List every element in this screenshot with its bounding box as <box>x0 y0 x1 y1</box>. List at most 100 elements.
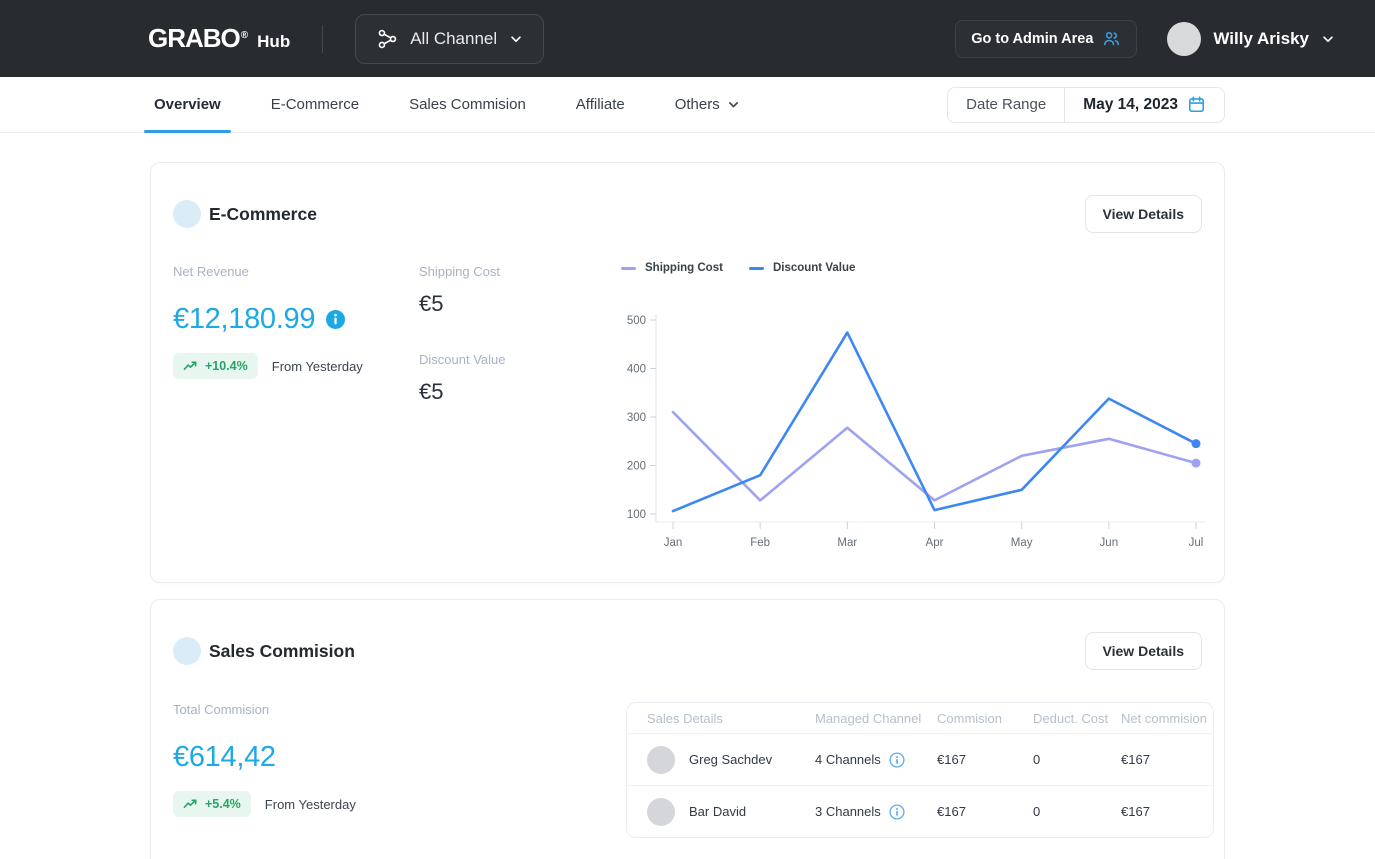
chevron-down-icon <box>509 32 523 46</box>
chevron-down-icon <box>1321 32 1335 46</box>
sales-table: Sales Details Managed Channel Commision … <box>626 702 1214 838</box>
tab-sales-commision[interactable]: Sales Commision <box>403 77 532 132</box>
change-badge: +10.4% <box>173 353 258 379</box>
chevron-down-icon <box>727 98 740 111</box>
person-name: Bar David <box>689 804 746 819</box>
legend-item: Discount Value <box>749 262 855 274</box>
ecommerce-card: E-Commerce View Details Net Revenue €12,… <box>150 162 1225 583</box>
change-caption: From Yesterday <box>265 797 356 812</box>
col-header-commision: Commision <box>937 711 1033 726</box>
col-header-net-commision: Net commision <box>1121 711 1213 726</box>
tab-others[interactable]: Others <box>669 77 746 132</box>
tabbar-right: Date Range May 14, 2023 <box>947 77 1225 132</box>
col-header-deduct-cost: Deduct. Cost <box>1033 711 1121 726</box>
person-name: Greg Sachdev <box>689 752 772 767</box>
channels-count: 3 Channels <box>815 804 881 819</box>
legend-item: Shipping Cost <box>621 262 723 274</box>
app-header: GRABO® Hub All Channel Go to Admin Area … <box>0 0 1375 77</box>
deduct-cost-cell: 0 <box>1033 804 1121 819</box>
discount-value-label: Discount Value <box>419 352 505 367</box>
channels-cell: 3 Channels <box>815 804 937 820</box>
svg-text:Jun: Jun <box>1100 537 1119 549</box>
tabs: Overview E-Commerce Sales Commision Affi… <box>148 77 746 132</box>
tab-bar: Overview E-Commerce Sales Commision Affi… <box>0 77 1375 133</box>
net-commision-cell: €167 <box>1121 752 1213 767</box>
calendar-icon <box>1187 95 1206 114</box>
svg-text:300: 300 <box>627 412 646 424</box>
sales-card-title: Sales Commision <box>209 641 355 662</box>
avatar <box>647 798 675 826</box>
channels-count: 4 Channels <box>815 752 881 767</box>
discount-value-value: €5 <box>419 379 443 405</box>
svg-text:500: 500 <box>627 315 646 327</box>
total-commision-change-row: +5.4% From Yesterday <box>173 791 356 817</box>
commision-cell: €167 <box>937 804 1033 819</box>
change-badge: +5.4% <box>173 791 251 817</box>
sales-view-details-button[interactable]: View Details <box>1085 632 1202 670</box>
svg-text:Jul: Jul <box>1189 537 1204 549</box>
deduct-cost-cell: 0 <box>1033 752 1121 767</box>
tab-overview[interactable]: Overview <box>148 77 227 132</box>
commision-cell: €167 <box>937 752 1033 767</box>
total-commision-label: Total Commision <box>173 702 269 717</box>
change-value: +10.4% <box>205 359 248 373</box>
trend-up-icon <box>183 360 198 372</box>
selected-date: May 14, 2023 <box>1083 96 1178 114</box>
sales-commision-card: Sales Commision View Details Total Commi… <box>150 599 1225 859</box>
change-caption: From Yesterday <box>272 359 363 374</box>
grabo-logo: GRABO® Hub <box>148 23 290 54</box>
user-name: Willy Arisky <box>1213 29 1309 49</box>
admin-button-label: Go to Admin Area <box>971 31 1093 47</box>
total-commision-value: €614,42 <box>173 741 276 774</box>
svg-text:Jan: Jan <box>664 537 683 549</box>
net-revenue-label: Net Revenue <box>173 264 249 279</box>
net-commision-cell: €167 <box>1121 804 1213 819</box>
svg-text:Apr: Apr <box>926 537 944 549</box>
net-revenue-row: €12,180.99 <box>173 303 345 336</box>
tab-label: Others <box>675 96 720 113</box>
trend-up-icon <box>183 798 198 810</box>
tab-ecommerce[interactable]: E-Commerce <box>265 77 365 132</box>
date-range-button[interactable]: Date Range <box>948 88 1064 122</box>
chart-wrap: 100200300400500JanFebMarAprMayJunJul <box>618 306 1213 561</box>
svg-text:Mar: Mar <box>837 537 857 549</box>
tab-affiliate[interactable]: Affiliate <box>570 77 631 132</box>
user-avatar <box>1167 22 1201 56</box>
date-picker-button[interactable]: May 14, 2023 <box>1064 88 1224 122</box>
info-icon[interactable] <box>889 752 905 768</box>
legend-swatch <box>749 267 764 270</box>
tab-label: Sales Commision <box>409 96 526 113</box>
svg-text:200: 200 <box>627 461 646 473</box>
channels-cell: 4 Channels <box>815 752 937 768</box>
network-icon <box>376 28 398 50</box>
table-row: Bar David 3 Channels €167 0 €167 <box>627 785 1213 837</box>
person-cell: Bar David <box>647 798 815 826</box>
col-header-sales-details: Sales Details <box>647 711 815 726</box>
go-to-admin-area-button[interactable]: Go to Admin Area <box>955 20 1137 58</box>
user-menu[interactable]: Willy Arisky <box>1167 22 1335 56</box>
shipping-cost-value: €5 <box>419 291 443 317</box>
registered-mark: ® <box>241 30 248 41</box>
logo-text: GRABO <box>148 23 240 54</box>
ecommerce-view-details-button[interactable]: View Details <box>1085 195 1202 233</box>
table-header-row: Sales Details Managed Channel Commision … <box>627 703 1213 733</box>
info-icon[interactable] <box>326 310 345 329</box>
users-icon <box>1102 29 1121 48</box>
col-header-managed-channel: Managed Channel <box>815 711 937 726</box>
logo-suffix: Hub <box>257 32 290 52</box>
ecommerce-card-icon <box>173 200 201 228</box>
header-divider <box>322 25 323 53</box>
change-value: +5.4% <box>205 797 241 811</box>
svg-text:Feb: Feb <box>750 537 770 549</box>
legend-swatch <box>621 267 636 270</box>
tab-label: Overview <box>154 96 221 113</box>
svg-text:400: 400 <box>627 364 646 376</box>
channel-selector[interactable]: All Channel <box>355 14 544 64</box>
date-range-group: Date Range May 14, 2023 <box>947 87 1225 123</box>
ecommerce-card-title: E-Commerce <box>209 204 317 225</box>
channel-selector-label: All Channel <box>410 29 497 49</box>
info-icon[interactable] <box>889 804 905 820</box>
ecommerce-line-chart: 100200300400500JanFebMarAprMayJunJul <box>618 306 1213 556</box>
sales-card-icon <box>173 637 201 665</box>
chart-legend: Shipping Cost Discount Value <box>621 262 855 274</box>
